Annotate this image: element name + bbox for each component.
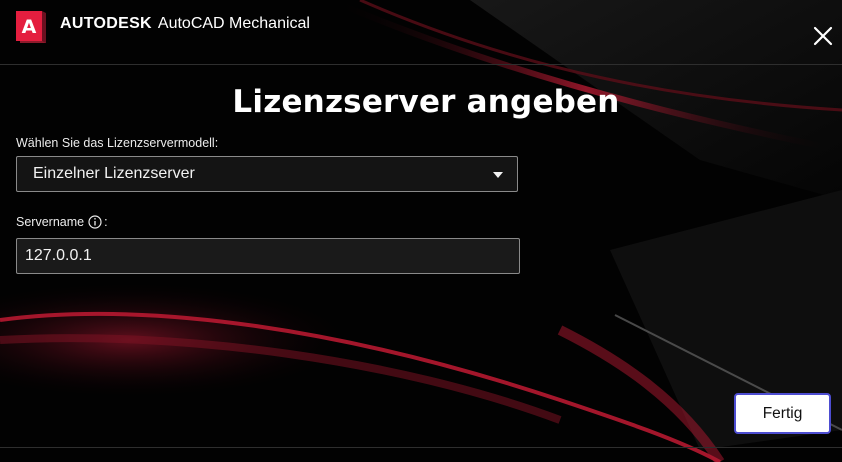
server-name-label: Servername (16, 215, 85, 229)
license-model-dropdown[interactable]: Einzelner Lizenzserver (16, 156, 518, 192)
server-name-label-row: Servername : (16, 215, 108, 229)
chevron-down-icon (493, 172, 503, 178)
license-model-value: Einzelner Lizenzserver (33, 165, 195, 182)
background-artwork (0, 0, 842, 462)
footer-divider (0, 447, 842, 448)
logo-letter: A (22, 16, 37, 38)
brand-title: AUTODESK AutoCAD Mechanical (60, 15, 310, 33)
server-name-input[interactable] (16, 238, 520, 274)
product-name: AutoCAD Mechanical (157, 15, 310, 32)
close-icon[interactable] (812, 25, 834, 47)
header-divider (0, 64, 842, 65)
license-server-dialog: A AUTODESK AutoCAD Mechanical Lizenzserve… (0, 0, 842, 462)
title-bar: A AUTODESK AutoCAD Mechanical (0, 0, 842, 64)
done-button[interactable]: Fertig (734, 393, 831, 434)
company-name: AUTODESK (60, 15, 152, 32)
server-name-label-colon: : (104, 215, 108, 229)
info-icon[interactable] (88, 215, 102, 229)
dialog-title: Lizenzserver angeben (232, 84, 620, 120)
autocad-logo-icon: A (16, 11, 46, 43)
model-label: Wählen Sie das Lizenzservermodell: (16, 136, 219, 150)
